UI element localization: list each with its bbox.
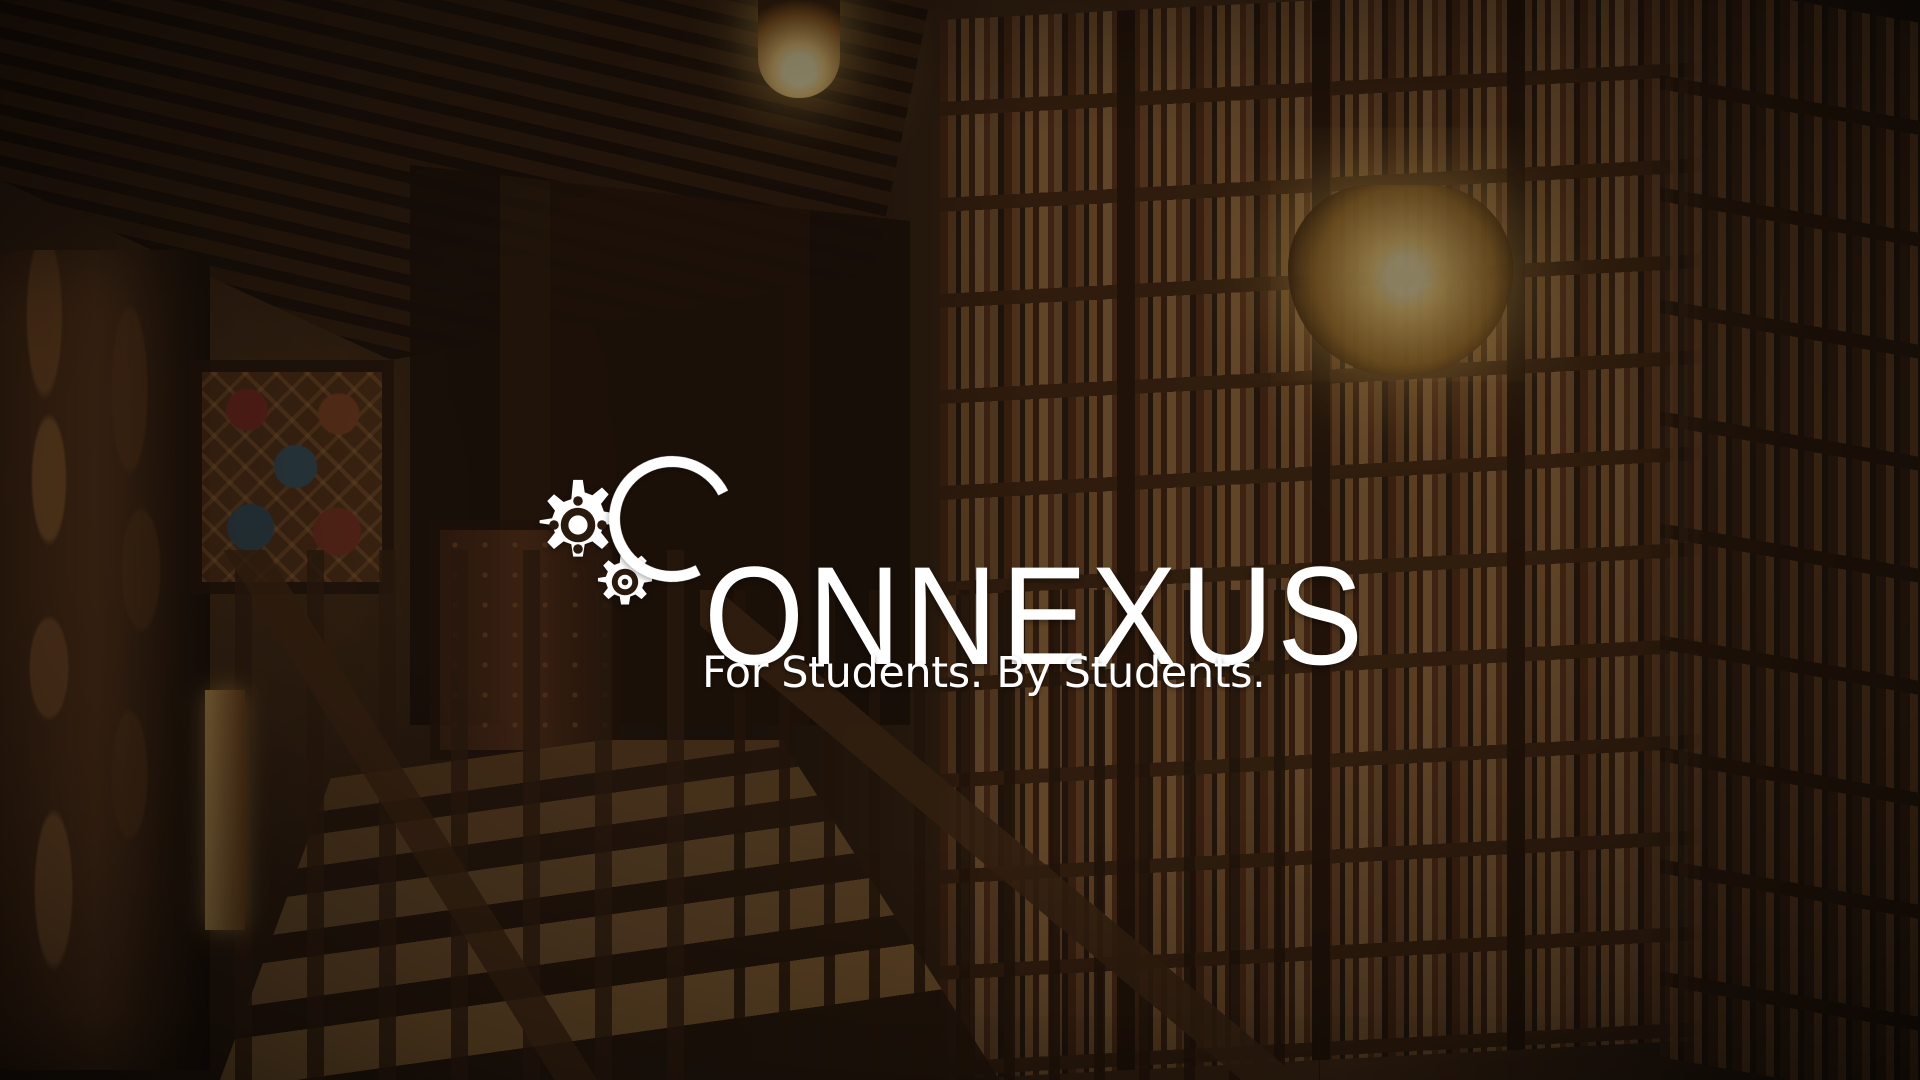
connexus-logo: ONNEXUS xyxy=(530,439,1410,685)
wood-ceiling xyxy=(0,0,930,360)
brand-tagline: For Students. By Students. xyxy=(702,648,1266,698)
hanging-lamp xyxy=(1288,185,1513,375)
stained-glass-window xyxy=(190,360,394,594)
lit-stair-post xyxy=(205,690,245,930)
left-stair-railing xyxy=(180,550,700,1080)
wooden-staircase xyxy=(220,740,1000,1080)
right-bookshelves xyxy=(1660,0,1920,1080)
stone-wall xyxy=(0,250,210,1070)
landing-hero: ONNEXUS For Students. By Students. xyxy=(0,0,1920,1080)
ceiling-lamp xyxy=(758,0,840,98)
